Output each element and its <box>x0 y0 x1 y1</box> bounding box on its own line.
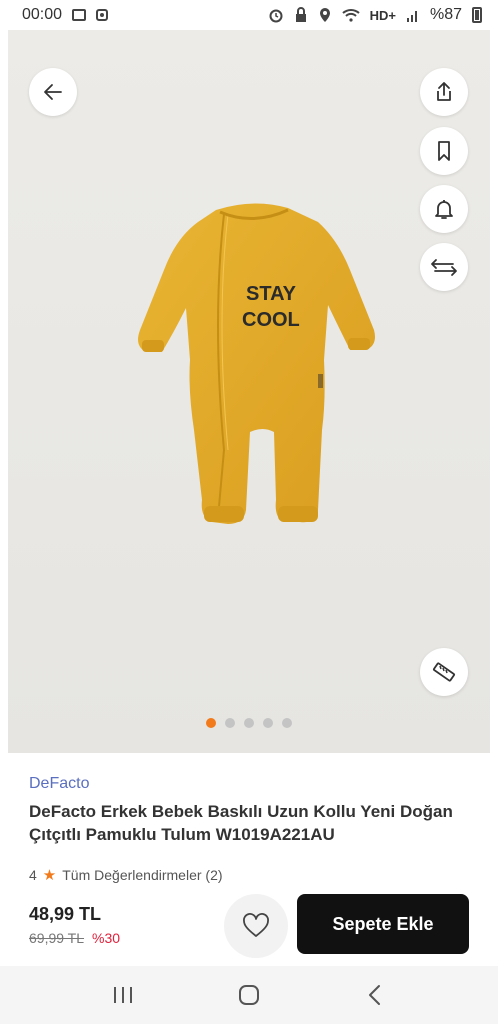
battery-icon <box>472 7 482 23</box>
compare-button[interactable] <box>420 243 468 291</box>
bookmark-button[interactable] <box>420 127 468 175</box>
status-bar-left: 00:00 <box>22 6 109 24</box>
clock: 00:00 <box>22 6 63 23</box>
status-bar-right: HD+ %87 <box>268 6 482 24</box>
lock-icon <box>295 7 306 22</box>
product-image[interactable]: STAY COOL <box>8 30 490 753</box>
app-notification-icon <box>96 9 109 21</box>
wifi-icon <box>341 9 360 22</box>
network-type: HD+ <box>369 7 396 23</box>
favorite-button[interactable] <box>224 894 288 958</box>
arrow-left-icon <box>44 84 62 100</box>
bookmark-icon <box>438 141 450 161</box>
discount-badge: %30 <box>92 930 121 946</box>
home-button[interactable] <box>229 975 269 1015</box>
reviews-link[interactable]: Tüm Değerlendirmeler (2) <box>62 867 222 883</box>
battery-level: %87 <box>429 6 462 23</box>
back-button[interactable] <box>29 68 77 116</box>
location-icon <box>319 8 330 22</box>
old-price: 69,99 TL <box>29 930 85 946</box>
share-button[interactable] <box>420 68 468 116</box>
gallery-pagination <box>8 718 490 728</box>
print-text-bottom: COOL <box>242 309 300 331</box>
recents-icon <box>114 987 132 1003</box>
pagination-dot-5[interactable] <box>282 718 292 728</box>
share-icon <box>437 82 451 101</box>
chevron-left-icon <box>369 985 380 1005</box>
product-gallery[interactable]: STAY COOL <box>0 30 498 753</box>
product-title: DeFacto Erkek Bebek Baskılı Uzun Kollu Y… <box>29 802 453 844</box>
current-price: 48,99 TL <box>29 904 102 924</box>
brand-link[interactable]: DeFacto <box>29 775 89 793</box>
system-nav-bar <box>0 966 498 1024</box>
price-bar: 48,99 TL 69,99 TL %30 Sepete Ekle <box>0 890 498 966</box>
signal-icon <box>406 11 417 22</box>
size-guide-button[interactable] <box>420 648 468 696</box>
recents-button[interactable] <box>103 975 143 1015</box>
product-romper-image: STAY COOL <box>138 203 375 525</box>
heart-icon <box>243 913 269 937</box>
home-icon <box>239 985 259 1005</box>
notify-button[interactable] <box>420 185 468 233</box>
print-text-top: STAY <box>246 283 297 305</box>
swap-arrows-icon <box>431 259 457 276</box>
rating-value: 4 <box>29 867 37 883</box>
pagination-dot-2[interactable] <box>225 718 235 728</box>
status-bar: 00:00 HD+ %87 <box>0 0 498 30</box>
back-nav-button[interactable] <box>355 975 395 1015</box>
add-to-cart-button[interactable]: Sepete Ekle <box>297 894 469 954</box>
bell-icon <box>435 200 453 219</box>
gallery-notification-icon <box>72 9 87 21</box>
star-icon: ★ <box>42 867 57 884</box>
pagination-dot-1[interactable] <box>206 718 216 728</box>
rating-row[interactable]: 4 ★ Tüm Değerlendirmeler (2) <box>29 866 223 884</box>
pagination-dot-3[interactable] <box>244 718 254 728</box>
ruler-icon <box>433 662 455 682</box>
pagination-dot-4[interactable] <box>263 718 273 728</box>
alarm-icon <box>269 9 283 23</box>
